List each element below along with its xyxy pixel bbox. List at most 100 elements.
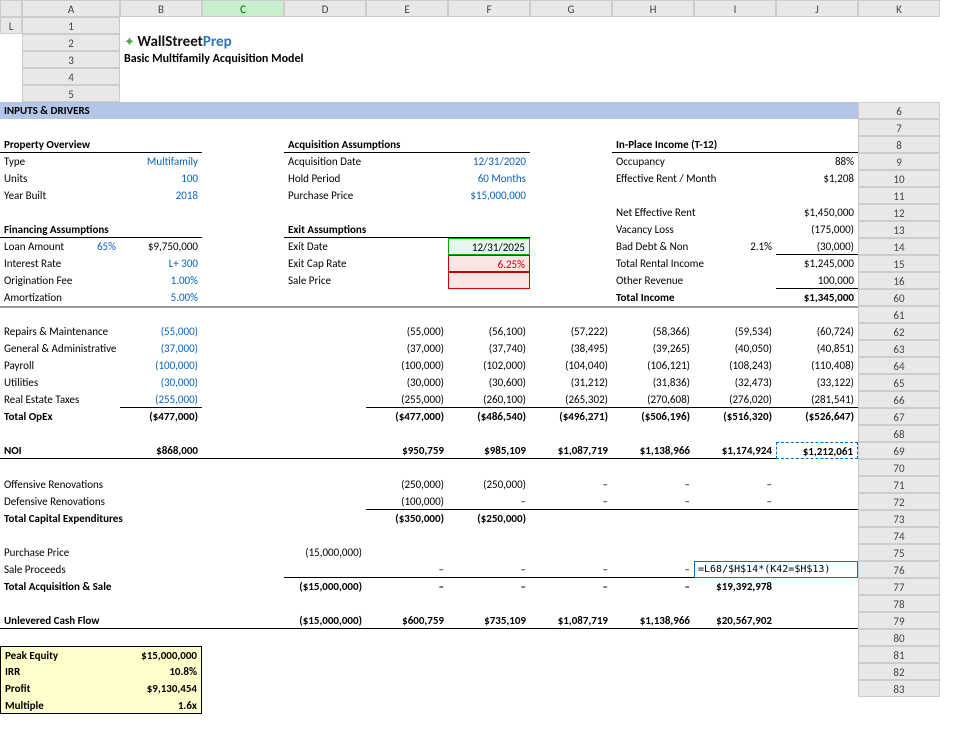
interest-rate-value[interactable]: L+ 300	[120, 255, 202, 272]
col-header-H[interactable]: H	[612, 0, 694, 17]
row-header-66[interactable]: 66	[858, 391, 940, 408]
opex-d[interactable]: (37,000)	[120, 340, 202, 357]
row-header-77[interactable]: 77	[858, 578, 940, 595]
row-header-4[interactable]: 4	[22, 68, 120, 85]
opex-d[interactable]: (100,000)	[120, 357, 202, 374]
row-header-81[interactable]: 81	[858, 646, 940, 663]
units-value[interactable]: 100	[120, 170, 202, 187]
row-header-72[interactable]: 72	[858, 493, 940, 510]
loan-amount-label: Loan Amount	[0, 238, 22, 255]
row-header-61[interactable]: 61	[858, 306, 940, 323]
col-header-E[interactable]: E	[366, 0, 448, 17]
origination-fee-value[interactable]: 1.00%	[120, 272, 202, 289]
row-header-67[interactable]: 67	[858, 408, 940, 425]
row-header-73[interactable]: 73	[858, 510, 940, 527]
row-header-80[interactable]: 80	[858, 629, 940, 646]
opex-i: (265,302)	[530, 391, 612, 408]
opex-g: (55,000)	[366, 323, 448, 340]
row-header-70[interactable]: 70	[858, 459, 940, 476]
row-header-6[interactable]: 6	[858, 102, 940, 119]
opex-d[interactable]: (255,000)	[120, 391, 202, 408]
amortization-label: Amortization	[0, 289, 22, 306]
row-header-12[interactable]: 12	[858, 204, 940, 221]
noi-k: $1,174,924	[694, 442, 776, 459]
col-header-C[interactable]: C	[202, 0, 284, 17]
row-header-9[interactable]: 9	[858, 153, 940, 170]
row-header-11[interactable]: 11	[858, 187, 940, 204]
row-header-10[interactable]: 10	[858, 170, 940, 187]
opex-l: (281,541)	[776, 391, 858, 408]
row-header-64[interactable]: 64	[858, 357, 940, 374]
col-header-K[interactable]: K	[858, 0, 940, 17]
col-header-J[interactable]: J	[776, 0, 858, 17]
row-header-15[interactable]: 15	[858, 255, 940, 272]
year-built-value[interactable]: 2018	[120, 187, 202, 204]
opex-row-label: General & Administrative	[0, 340, 120, 357]
unlevered-cash-flow-label: Unlevered Cash Flow	[0, 612, 202, 629]
row-header-75[interactable]: 75	[858, 544, 940, 561]
exit-date-value[interactable]: 12/31/2025	[448, 238, 530, 255]
col-header-B[interactable]: B	[120, 0, 202, 17]
col-header-I[interactable]: I	[694, 0, 776, 17]
acquisition-date-value[interactable]: 12/31/2020	[448, 153, 530, 170]
total-acquisition-sale-label: Total Acquisition & Sale	[0, 578, 202, 595]
taq-i: –	[530, 578, 612, 595]
opex-d[interactable]: (55,000)	[120, 323, 202, 340]
hold-period-label: Hold Period	[284, 170, 366, 187]
row-header-76[interactable]: 76	[858, 561, 940, 578]
noi-l[interactable]: $1,212,061	[776, 442, 858, 459]
row-header-71[interactable]: 71	[858, 476, 940, 493]
property-type-value[interactable]: Multifamily	[120, 153, 202, 170]
ucf-g: $600,759	[366, 612, 448, 629]
row-header-8[interactable]: 8	[858, 136, 940, 153]
row-header-14[interactable]: 14	[858, 238, 940, 255]
opex-d[interactable]: (30,000)	[120, 374, 202, 391]
row-header-65[interactable]: 65	[858, 374, 940, 391]
row-header-3[interactable]: 3	[22, 51, 120, 68]
opex-row-label: Repairs & Maintenance	[0, 323, 120, 340]
brand-logo: ✦ WallStreetPrep	[120, 34, 366, 51]
row-header-83[interactable]: 83	[858, 680, 940, 697]
col-header-G[interactable]: G	[530, 0, 612, 17]
row-header-78[interactable]: 78	[858, 595, 940, 612]
effective-rent-value[interactable]: $1,208	[776, 170, 858, 187]
total-opex-k: ($516,320)	[694, 408, 776, 425]
occupancy-value[interactable]: 88%	[776, 153, 858, 170]
opex-k: (276,020)	[694, 391, 776, 408]
row-header-68[interactable]: 68	[858, 425, 940, 442]
row-header-79[interactable]: 79	[858, 612, 940, 629]
row-header-60[interactable]: 60	[858, 289, 940, 306]
hold-period-value[interactable]: 60 Months	[448, 170, 530, 187]
amortization-value[interactable]: 5.00%	[120, 289, 202, 306]
col-header-L[interactable]: L	[0, 17, 22, 34]
row-header-2[interactable]: 2	[22, 34, 120, 51]
property-overview-header: Property Overview	[0, 136, 202, 153]
opex-l: (60,724)	[776, 323, 858, 340]
row-header-13[interactable]: 13	[858, 221, 940, 238]
formula-cell[interactable]: =L68/$H$14*(K42=$H$13)	[694, 561, 858, 578]
row-header-74[interactable]: 74	[858, 527, 940, 544]
col-header-F[interactable]: F	[448, 0, 530, 17]
row-header-63[interactable]: 63	[858, 340, 940, 357]
sale-price-cell[interactable]	[448, 272, 530, 289]
row-header-69[interactable]: 69	[858, 442, 940, 459]
opex-j: (39,265)	[612, 340, 694, 357]
loan-amount-pct[interactable]: 65%	[22, 238, 120, 255]
col-header-A[interactable]: A	[22, 0, 120, 17]
row-header-82[interactable]: 82	[858, 663, 940, 680]
exit-cap-rate-value[interactable]: 6.25%	[448, 255, 530, 272]
row-header-62[interactable]: 62	[858, 323, 940, 340]
row-header-1[interactable]: 1	[22, 17, 120, 34]
noi-h: $985,109	[448, 442, 530, 459]
purchase-price-value[interactable]: $15,000,000	[448, 187, 530, 204]
net-effective-rent-value: $1,450,000	[776, 204, 858, 221]
bad-debt-value: (30,000)	[776, 238, 858, 255]
opex-k: (108,243)	[694, 357, 776, 374]
row-header-16[interactable]: 16	[858, 272, 940, 289]
purchase-price-row-value: (15,000,000)	[284, 544, 366, 561]
col-header-D[interactable]: D	[284, 0, 366, 17]
opex-g: (255,000)	[366, 391, 448, 408]
profit-label: Profit	[0, 680, 120, 697]
row-header-5[interactable]: 5	[22, 85, 120, 102]
row-header-7[interactable]: 7	[858, 119, 940, 136]
